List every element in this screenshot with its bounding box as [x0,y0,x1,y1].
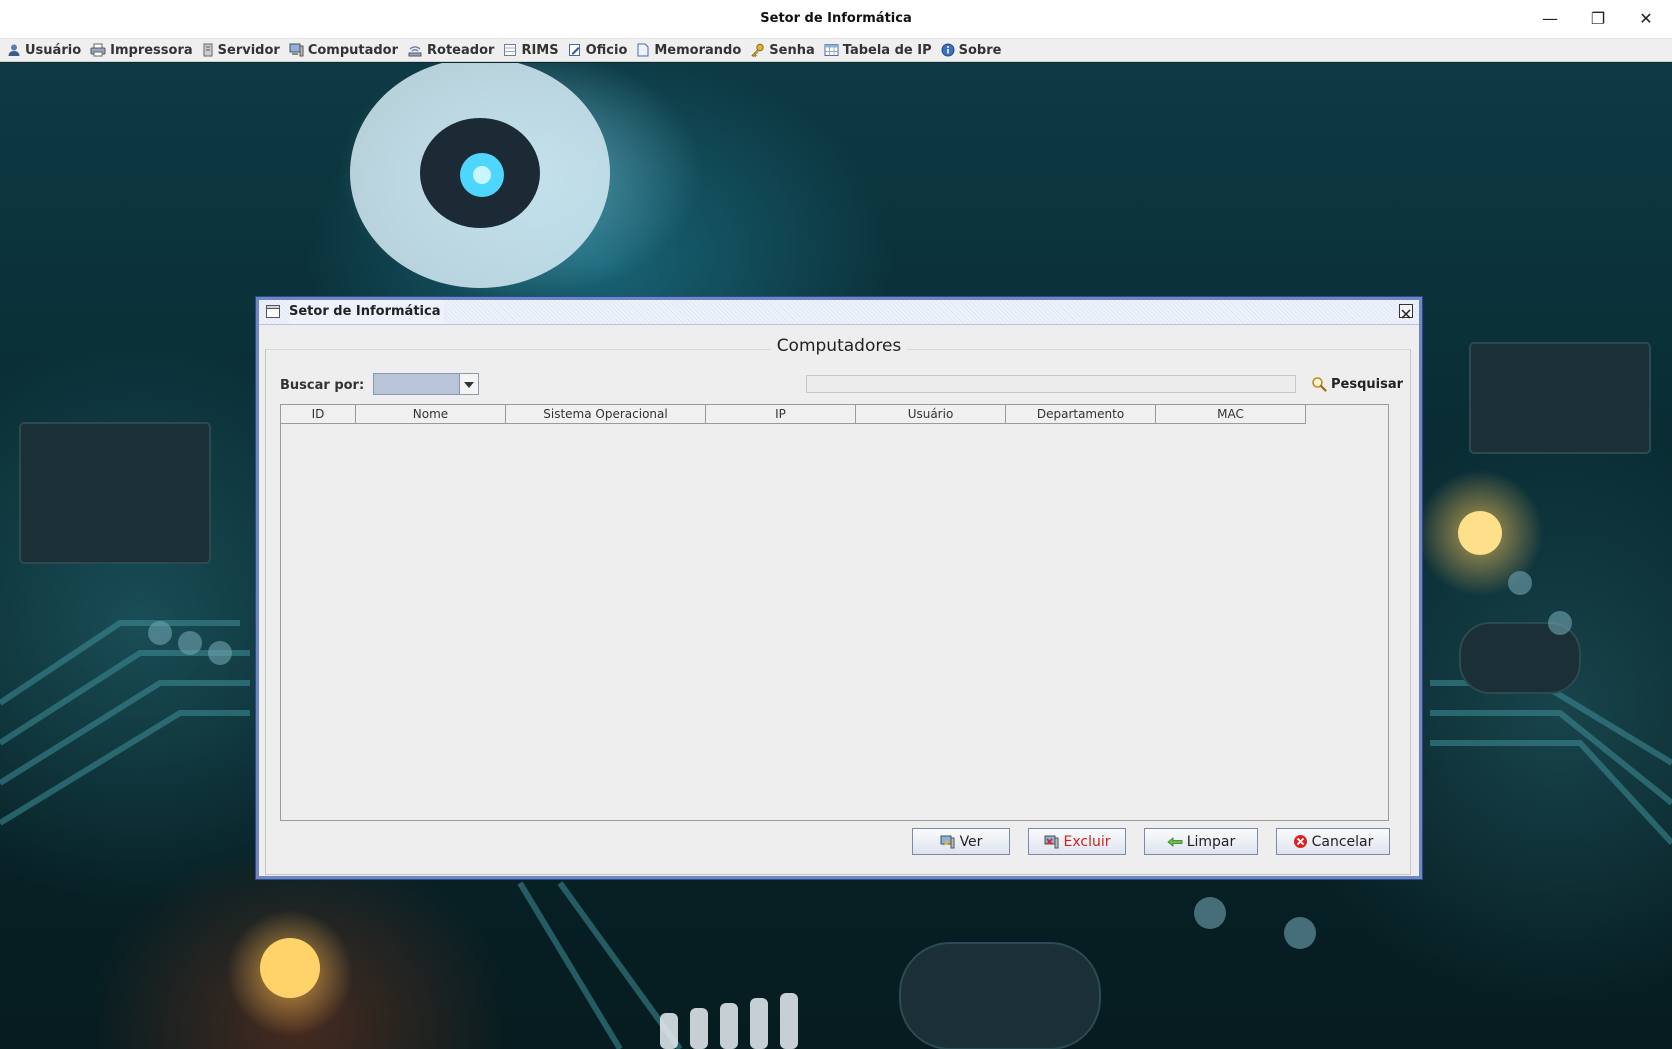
menu-impressora[interactable]: Impressora [87,39,199,62]
cancelar-button[interactable]: Cancelar [1276,828,1390,855]
menu-sobre[interactable]: Sobre [938,39,1008,62]
document-edit-icon [568,44,580,56]
magnifier-icon [1312,377,1327,392]
printer-icon [90,43,106,57]
router-icon [408,46,422,57]
dropdown-arrow[interactable] [459,374,478,394]
column-header-ip[interactable]: IP [706,405,856,424]
column-header-id[interactable]: ID [281,405,356,424]
menu-bar: Usuário Impressora Servidor Computador R… [0,39,1672,62]
key-icon [751,43,764,57]
pesquisar-button[interactable]: Pesquisar [1311,374,1403,394]
maximize-button[interactable]: ❐ [1574,0,1622,38]
chevron-down-icon [464,382,474,388]
menu-senha[interactable]: Senha [747,39,820,62]
frame-close-button[interactable] [1399,304,1413,319]
search-input[interactable] [806,375,1296,393]
computer-icon [289,43,304,57]
document-grid-icon [504,44,517,56]
memo-icon [637,43,649,57]
minimize-button[interactable]: — [1526,0,1574,38]
column-header-sistema-operacional[interactable]: Sistema Operacional [506,405,706,424]
limpar-button[interactable]: Limpar [1144,828,1258,855]
delete-computer-icon [1044,835,1058,848]
frame-titlebar[interactable]: Setor de Informática [259,300,1419,325]
menu-memorando[interactable]: Memorando [633,39,747,62]
menu-oficio[interactable]: Oficio [565,39,634,62]
column-header-nome[interactable]: Nome [356,405,506,424]
menu-tabela-ip[interactable]: Tabela de IP [821,39,938,62]
window-title: Setor de Informática [760,11,912,26]
column-header-usuario[interactable]: Usuário [856,405,1006,424]
ver-button[interactable]: Ver [912,828,1010,855]
menu-servidor[interactable]: Servidor [199,39,286,62]
computers-table[interactable]: ID Nome Sistema Operacional IP Usuário D… [280,404,1389,821]
search-field-select[interactable] [373,373,479,395]
cancel-icon [1293,835,1307,848]
menu-roteador[interactable]: Roteador [404,39,500,62]
frame-title: Setor de Informática [289,300,445,324]
view-computer-icon [940,835,955,848]
table-icon [824,44,839,56]
buscar-por-label: Buscar por: [280,378,365,393]
menu-computador[interactable]: Computador [286,39,404,62]
window-titlebar: Setor de Informática — ❐ ✕ [0,0,1672,39]
menu-rims[interactable]: RIMS [500,39,564,62]
column-header-mac[interactable]: MAC [1156,405,1306,424]
user-icon [8,44,20,56]
arrow-left-icon [1167,836,1183,847]
minimize-icon: — [1542,9,1558,28]
close-icon [1401,309,1411,319]
close-button[interactable]: ✕ [1622,0,1670,38]
server-icon [203,43,213,57]
panel-heading: Computadores [259,336,1419,356]
column-header-departamento[interactable]: Departamento [1006,405,1156,424]
info-icon [941,43,955,57]
window-icon [266,305,280,318]
maximize-icon: ❐ [1590,9,1606,28]
menu-usuario[interactable]: Usuário [4,39,87,62]
excluir-button[interactable]: Excluir [1028,828,1126,855]
table-header: ID Nome Sistema Operacional IP Usuário D… [281,405,1306,424]
computadores-frame: Setor de Informática Computadores Buscar… [256,297,1422,879]
close-icon: ✕ [1639,9,1653,28]
